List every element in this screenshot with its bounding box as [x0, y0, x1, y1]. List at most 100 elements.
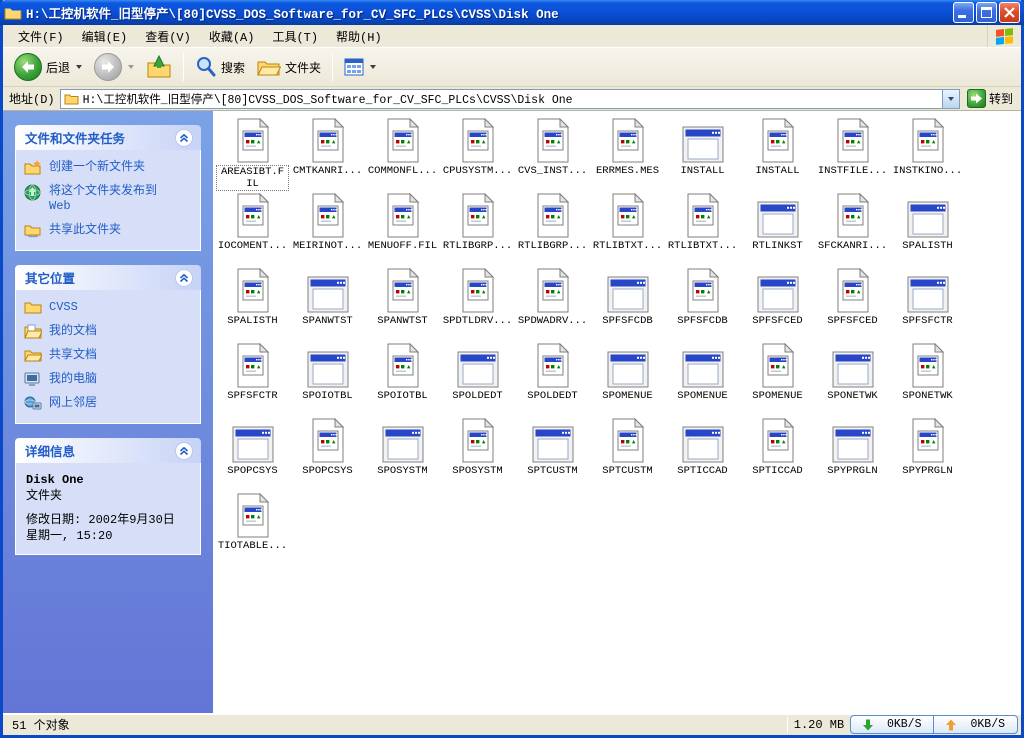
forward-dropdown-icon[interactable] — [128, 65, 135, 69]
file-item[interactable]: SPTCUSTM — [590, 416, 665, 491]
generic-file-icon — [760, 343, 796, 388]
file-item[interactable]: SPFSFCTR — [890, 266, 965, 341]
file-item[interactable]: SFCKANRI... — [815, 191, 890, 266]
file-item[interactable]: SPFSFCDB — [590, 266, 665, 341]
file-item[interactable]: SPONETWK — [890, 341, 965, 416]
file-item[interactable]: SPOLDEDT — [440, 341, 515, 416]
file-item[interactable]: SPOMENUE — [740, 341, 815, 416]
address-input[interactable]: H:\工控机软件_旧型停产\[80]CVSS_DOS_Software_for_… — [59, 88, 960, 109]
file-item[interactable]: SPTICCAD — [740, 416, 815, 491]
menu-tools[interactable]: 工具(T) — [263, 26, 327, 47]
back-button[interactable]: 后退 — [9, 51, 87, 83]
file-item[interactable]: SPALISTH — [890, 191, 965, 266]
place-my-computer[interactable]: 我的电脑 — [24, 372, 192, 387]
file-name: RTLIBGRP... — [442, 240, 513, 252]
file-item[interactable]: SPFSFCED — [740, 266, 815, 341]
file-item[interactable]: SPDWADRV... — [515, 266, 590, 341]
panel-file-tasks-header[interactable]: 文件和文件夹任务 — [15, 125, 201, 150]
upload-speed[interactable]: 0KB/S — [933, 716, 1017, 733]
file-item[interactable]: SPYPRGLN — [815, 416, 890, 491]
collapse-chevron-icon[interactable] — [175, 128, 193, 147]
file-item[interactable]: SPANWTST — [290, 266, 365, 341]
file-item[interactable]: SPFSFCTR — [215, 341, 290, 416]
collapse-chevron-icon[interactable] — [175, 441, 193, 460]
task-publish-web[interactable]: 将这个文件夹发布到 Web — [24, 184, 192, 214]
place-shared-documents[interactable]: 共享文档 — [24, 348, 192, 363]
panel-other-places-header[interactable]: 其它位置 — [15, 265, 201, 290]
file-item[interactable]: AREASIBT.FIL — [215, 116, 290, 191]
file-item[interactable]: RTLIBTXT... — [665, 191, 740, 266]
file-item[interactable]: SPOPCSYS — [290, 416, 365, 491]
file-item[interactable]: MEIRINOT... — [290, 191, 365, 266]
generic-file-icon — [835, 268, 871, 313]
up-arrow-icon — [946, 719, 957, 730]
file-item[interactable]: SPOPCSYS — [215, 416, 290, 491]
file-item[interactable]: RTLIBTXT... — [590, 191, 665, 266]
file-item[interactable]: SPOSYSTM — [365, 416, 440, 491]
file-item[interactable]: SPFSFCED — [815, 266, 890, 341]
file-item[interactable]: SPDTLDRV... — [440, 266, 515, 341]
file-item[interactable]: RTLINKST — [740, 191, 815, 266]
menu-edit[interactable]: 编辑(E) — [73, 26, 137, 47]
file-item[interactable]: CPUSYSTM... — [440, 116, 515, 191]
file-item[interactable]: IOCOMENT... — [215, 191, 290, 266]
file-item[interactable]: SPANWTST — [365, 266, 440, 341]
file-item[interactable]: RTLIBGRP... — [440, 191, 515, 266]
task-new-folder[interactable]: 创建一个新文件夹 — [24, 160, 192, 175]
file-item[interactable]: SPFSFCDB — [665, 266, 740, 341]
file-item[interactable]: SPALISTH — [215, 266, 290, 341]
status-bar: 51 个对象 1.20 MB 0KB/S 0KB/S — [3, 713, 1021, 735]
forward-button[interactable] — [89, 51, 139, 83]
generic-file-icon — [610, 118, 646, 163]
up-button[interactable] — [141, 53, 177, 81]
file-item[interactable]: TIOTABLE... — [215, 491, 290, 566]
views-button[interactable] — [339, 56, 381, 78]
file-item[interactable]: SPTICCAD — [665, 416, 740, 491]
file-item[interactable]: CVS_INST... — [515, 116, 590, 191]
panel-details-header[interactable]: 详细信息 — [15, 438, 201, 463]
file-item[interactable]: CMTKANRI... — [290, 116, 365, 191]
file-item[interactable]: SPOSYSTM — [440, 416, 515, 491]
file-item[interactable]: SPOMENUE — [590, 341, 665, 416]
menu-favorites[interactable]: 收藏(A) — [200, 26, 264, 47]
file-item[interactable]: SPOIOTBL — [365, 341, 440, 416]
menu-help[interactable]: 帮助(H) — [327, 26, 391, 47]
my-documents-icon — [24, 324, 42, 339]
place-network-places[interactable]: 网上邻居 — [24, 396, 192, 411]
file-item[interactable]: RTLIBGRP... — [515, 191, 590, 266]
application-window-icon — [832, 426, 874, 463]
collapse-chevron-icon[interactable] — [175, 268, 193, 287]
place-my-documents[interactable]: 我的文档 — [24, 324, 192, 339]
file-item[interactable]: SPONETWK — [815, 341, 890, 416]
maximize-button[interactable] — [976, 2, 997, 23]
file-item[interactable]: SPOLDEDT — [515, 341, 590, 416]
file-item[interactable]: INSTKINO... — [890, 116, 965, 191]
file-item[interactable]: SPOIOTBL — [290, 341, 365, 416]
file-item[interactable]: MENUOFF.FIL — [365, 191, 440, 266]
file-item[interactable]: SPTCUSTM — [515, 416, 590, 491]
minimize-button[interactable] — [953, 2, 974, 23]
back-icon — [14, 53, 42, 81]
file-item[interactable]: COMMONFL... — [365, 116, 440, 191]
views-dropdown-icon[interactable] — [370, 65, 377, 69]
menu-file[interactable]: 文件(F) — [9, 26, 73, 47]
task-share-folder[interactable]: 共享此文件夹 — [24, 223, 192, 238]
file-item[interactable]: INSTALL — [740, 116, 815, 191]
address-dropdown-button[interactable] — [941, 89, 959, 108]
file-item[interactable]: ERRMES.MES — [590, 116, 665, 191]
place-cvss[interactable]: CVSS — [24, 300, 192, 315]
application-window-icon — [907, 276, 949, 313]
network-speed-monitor[interactable]: 0KB/S 0KB/S — [849, 715, 1018, 734]
folders-button[interactable]: 文件夹 — [252, 55, 326, 79]
close-button[interactable] — [999, 2, 1020, 23]
file-item[interactable]: INSTALL — [665, 116, 740, 191]
download-speed[interactable]: 0KB/S — [851, 716, 934, 733]
file-item[interactable]: INSTFILE... — [815, 116, 890, 191]
file-item[interactable]: SPOMENUE — [665, 341, 740, 416]
menu-view[interactable]: 查看(V) — [136, 26, 200, 47]
file-item[interactable]: SPYPRGLN — [890, 416, 965, 491]
go-button[interactable]: 转到 — [965, 89, 1019, 108]
title-bar[interactable]: H:\工控机软件_旧型停产\[80]CVSS_DOS_Software_for_… — [0, 0, 1024, 25]
search-button[interactable]: 搜索 — [190, 54, 250, 80]
back-dropdown-icon[interactable] — [76, 65, 83, 69]
